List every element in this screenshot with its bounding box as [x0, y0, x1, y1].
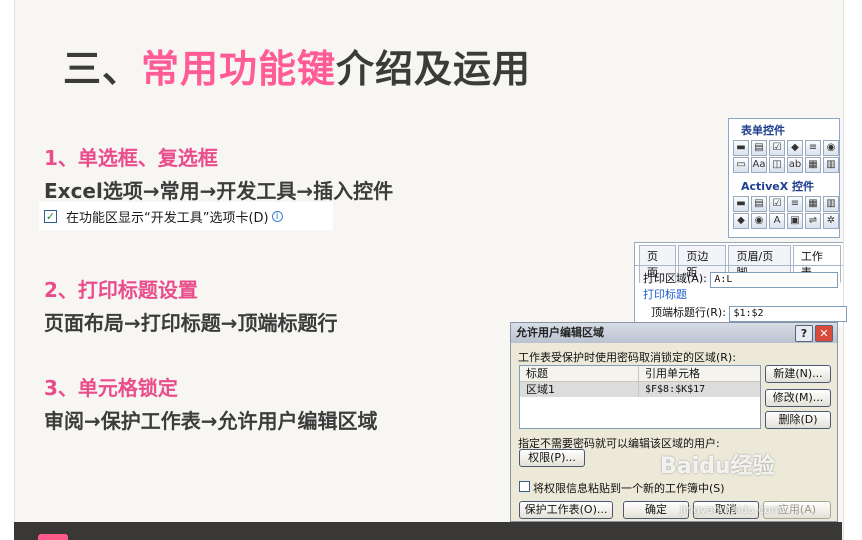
modify-button[interactable]: 修改(M)... — [765, 389, 831, 407]
top-rows-input[interactable]: $1:$2 — [729, 306, 848, 322]
column-header-title[interactable]: 标题 — [520, 366, 639, 381]
insert-controls-panel: 表单控件 ▬ ▤ ☑ ◆ ≡ ◉ ▭ Aa ◫ ab ▦ ▥ ActiveX 控… — [728, 118, 840, 238]
title-prefix: 三、 — [63, 47, 142, 91]
delete-button[interactable]: 删除(D) — [765, 411, 831, 429]
list-box-control-icon[interactable]: ≡ — [805, 140, 821, 156]
button-control-icon[interactable]: ▬ — [733, 140, 749, 156]
activex-more-controls-icon[interactable]: ✲ — [823, 213, 839, 229]
section-2-heading: 2、打印标题设置 — [44, 278, 198, 302]
title-suffix: 介绍及运用 — [336, 47, 532, 91]
section-1-heading: 1、单选框、复选框 — [44, 146, 218, 170]
bottom-bar — [14, 522, 842, 540]
checkbox-control-icon[interactable]: ☑ — [769, 140, 785, 156]
activex-spin-button-icon[interactable]: ◆ — [733, 213, 749, 229]
print-area-label: 打印区域(A): — [643, 272, 707, 285]
activex-checkbox-icon[interactable]: ☑ — [769, 196, 785, 212]
help-button[interactable]: ? — [795, 325, 813, 342]
ranges-list-header: 标题 引用单元格 — [520, 366, 760, 382]
activex-label-icon[interactable]: A — [769, 213, 785, 229]
ranges-caption: 工作表受保护时使用密码取消锁定的区域(R): — [518, 351, 736, 364]
dialog-title-bar: 允许用户编辑区域 ? ✕ — [511, 323, 837, 343]
paste-info-label: 将权限信息粘贴到一个新的工作簿中(S) — [533, 482, 725, 495]
new-button[interactable]: 新建(N)... — [765, 365, 831, 383]
activex-image-icon[interactable]: ▣ — [787, 213, 803, 229]
activex-option-button-icon[interactable]: ◉ — [751, 213, 767, 229]
print-titles-label: 打印标题 — [643, 288, 687, 301]
scroll-bar-control-icon[interactable]: ◫ — [769, 157, 785, 173]
page-setup-panel: 页面 页边距 页眉/页脚 工作表 打印区域(A): A:L 打印标题 顶端标题行… — [634, 242, 848, 327]
activex-controls-label: ActiveX 控件 — [741, 180, 815, 193]
print-area-input[interactable]: A:L — [710, 272, 839, 288]
activex-toggle-button-icon[interactable]: ⇌ — [805, 213, 821, 229]
combo-box-control-icon[interactable]: ▤ — [751, 140, 767, 156]
bottom-accent — [38, 534, 68, 540]
row-title: 区域1 — [520, 382, 639, 397]
row-ref: $F$8:$K$17 — [645, 384, 706, 395]
text-field-control-icon[interactable]: ab — [787, 157, 803, 173]
section-3-body: 审阅→保护工作表→允许用户编辑区域 — [44, 409, 378, 433]
developer-tab-option[interactable]: ✓ 在功能区显示“开发工具”选项卡(D) i — [39, 202, 333, 230]
group-box-control-icon[interactable]: ▭ — [733, 157, 749, 173]
close-button[interactable]: ✕ — [815, 325, 833, 342]
permissions-button[interactable]: 权限(P)... — [519, 449, 585, 467]
title-highlight: 常用功能键 — [141, 47, 337, 91]
option-button-control-icon[interactable]: ◉ — [823, 140, 839, 156]
watermark-url: jingyan.baidu.com — [680, 503, 782, 516]
table-row[interactable]: 区域1 $F$8:$K$17 — [520, 382, 760, 397]
section-2-body: 页面布局→打印标题→顶端标题行 — [44, 311, 338, 335]
form-controls-label: 表单控件 — [741, 124, 785, 137]
top-rows-label: 顶端标题行(R): — [651, 306, 726, 319]
activex-command-button-icon[interactable]: ▬ — [733, 196, 749, 212]
combo-list-edit-control-icon[interactable]: ▦ — [805, 157, 821, 173]
dialog-title: 允许用户编辑区域 — [516, 326, 604, 339]
tab-divider — [635, 265, 843, 266]
protect-sheet-button[interactable]: 保护工作表(O)... — [519, 501, 613, 519]
activex-scroll-bar-icon[interactable]: ▥ — [823, 196, 839, 212]
combo-dropdown-edit-control-icon[interactable]: ▥ — [823, 157, 839, 173]
column-header-ref[interactable]: 引用单元格 — [639, 366, 760, 381]
slide-title: 三、常用功能键介绍及运用 — [63, 38, 531, 93]
watermark-brand: Baidu经验 — [660, 454, 775, 479]
ranges-list[interactable]: 标题 引用单元格 区域1 $F$8:$K$17 — [519, 365, 761, 429]
allow-edit-ranges-dialog: 允许用户编辑区域 ? ✕ 工作表受保护时使用密码取消锁定的区域(R): 标题 引… — [510, 322, 838, 522]
paste-info-checkbox[interactable] — [519, 481, 530, 492]
section-1-body: Excel选项→常用→开发工具→插入控件 — [44, 179, 394, 203]
activex-list-box-icon[interactable]: ≡ — [787, 196, 803, 212]
info-icon: i — [271, 210, 283, 222]
spin-button-control-icon[interactable]: ◆ — [787, 140, 803, 156]
section-3-heading: 3、单元格锁定 — [44, 376, 178, 400]
checkbox-checked-icon[interactable]: ✓ — [44, 209, 57, 223]
label-control-icon[interactable]: Aa — [751, 157, 767, 173]
activex-combo-box-icon[interactable]: ▤ — [751, 196, 767, 212]
developer-tab-option-label: 在功能区显示“开发工具”选项卡(D) — [66, 210, 269, 226]
activex-text-box-icon[interactable]: ▦ — [805, 196, 821, 212]
